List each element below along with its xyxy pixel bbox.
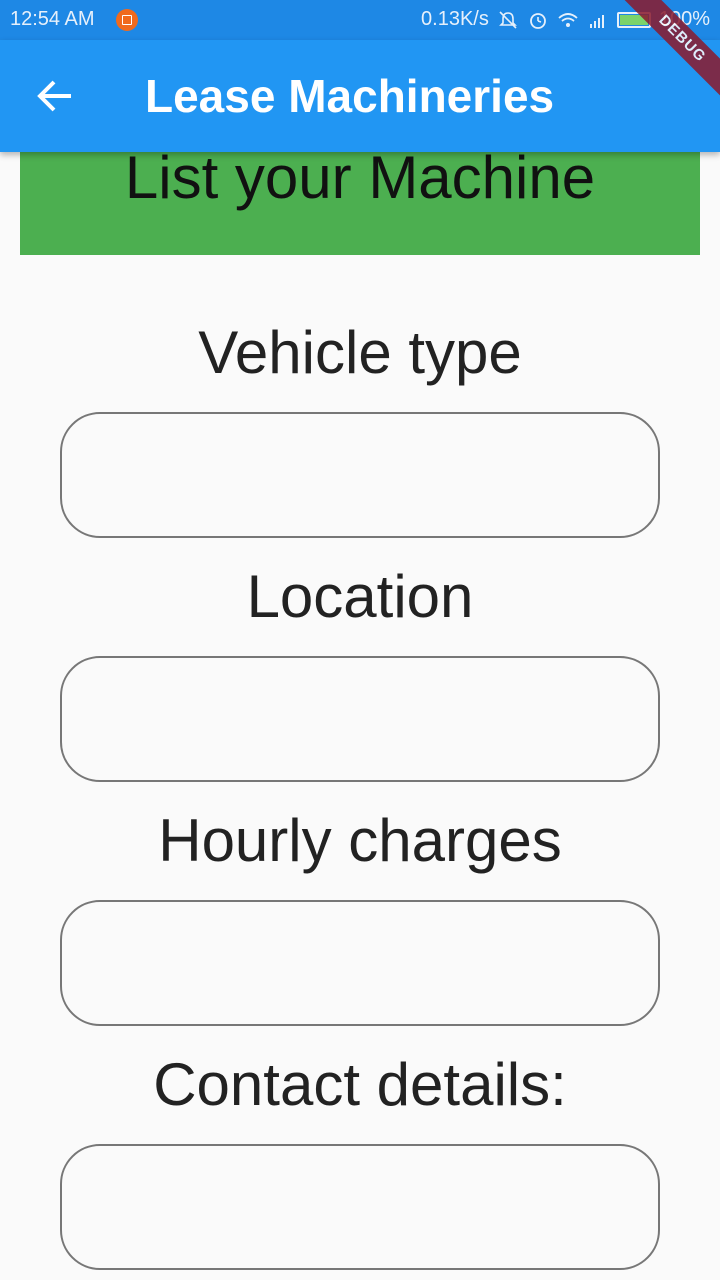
list-machine-banner: List your Machine bbox=[20, 152, 700, 255]
location-input[interactable] bbox=[60, 656, 660, 782]
vehicle-type-label: Vehicle type bbox=[198, 319, 522, 386]
arrow-back-icon bbox=[37, 80, 71, 112]
status-time: 12:54 AM bbox=[10, 8, 95, 30]
contact-details-label: Contact details: bbox=[153, 1051, 567, 1118]
contact-details-input[interactable] bbox=[60, 1144, 660, 1270]
back-button[interactable] bbox=[24, 64, 88, 128]
location-label: Location bbox=[246, 563, 474, 630]
hourly-charges-input[interactable] bbox=[60, 900, 660, 1026]
app-bar: Lease Machineries bbox=[0, 40, 720, 152]
signal-icon bbox=[589, 14, 604, 28]
mute-icon bbox=[498, 10, 517, 29]
status-bar: 12:54 AM 0.13K/s 100% bbox=[0, 0, 720, 40]
network-speed: 0.13K/s bbox=[421, 8, 489, 30]
hourly-charges-label: Hourly charges bbox=[158, 807, 562, 874]
notification-icon bbox=[116, 9, 138, 31]
alarm-icon bbox=[529, 12, 546, 29]
wifi-icon bbox=[558, 12, 578, 27]
vehicle-type-input[interactable] bbox=[60, 412, 660, 538]
app-title: Lease Machineries bbox=[145, 70, 555, 122]
